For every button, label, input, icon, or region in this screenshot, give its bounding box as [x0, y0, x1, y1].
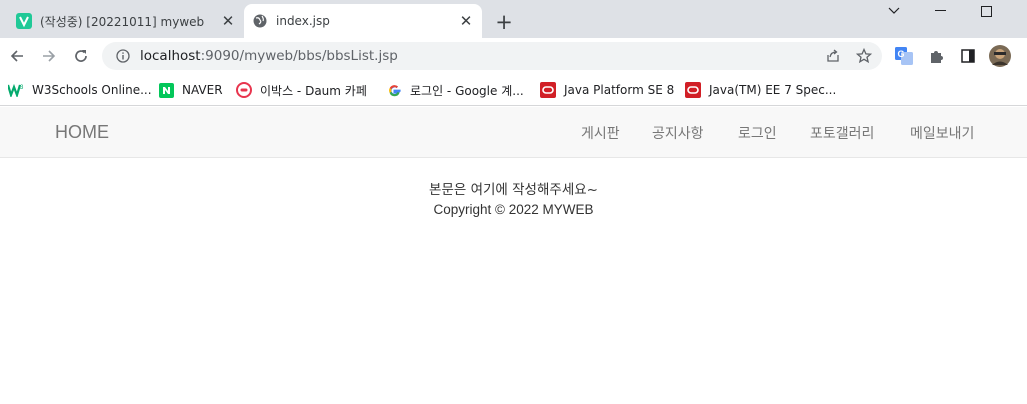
info-icon[interactable] — [114, 47, 132, 65]
v-favicon-icon — [16, 13, 32, 29]
forward-arrow-icon[interactable] — [35, 42, 63, 70]
menu-board[interactable]: 게시판 — [581, 123, 620, 143]
menu-photo-gallery[interactable]: 포토갤러리 — [810, 123, 874, 143]
daum-cafe-icon — [236, 82, 252, 98]
translate-extension-icon[interactable]: G — [892, 44, 916, 68]
tab-search-chevron-icon[interactable] — [871, 0, 917, 22]
bookmark-google-login[interactable]: 로그인 - Google 계... — [386, 80, 524, 100]
tab-myweb-draft[interactable]: (작성중) [20221011] myweb ✕ — [8, 4, 244, 38]
bookmark-naver[interactable]: NAVER — [158, 80, 223, 100]
browser-toolbar: localhost:9090/myweb/bbs/bbsList.jsp G — [0, 38, 1027, 75]
web-page: HOME 게시판 공지사항 로그인 포토갤러리 메일보내기 본문은 여기에 작성… — [0, 107, 1027, 404]
minimize-icon[interactable] — [917, 0, 963, 22]
profile-avatar-icon[interactable] — [988, 44, 1012, 68]
url-host: localhost — [140, 48, 201, 64]
close-icon[interactable]: ✕ — [456, 11, 476, 31]
bookmark-java-ee7[interactable]: Java(TM) EE 7 Spec... — [685, 80, 836, 100]
home-link[interactable]: HOME — [55, 122, 109, 143]
bookmark-label: NAVER — [182, 83, 223, 97]
close-icon[interactable]: ✕ — [218, 11, 238, 31]
address-bar[interactable]: localhost:9090/myweb/bbs/bbsList.jsp — [102, 42, 882, 70]
tab-strip: (작성중) [20221011] myweb ✕ index.jsp ✕ + — [0, 0, 1027, 38]
naver-icon — [158, 82, 174, 98]
menu-login[interactable]: 로그인 — [738, 123, 777, 143]
menu-send-mail[interactable]: 메일보내기 — [910, 123, 974, 143]
bookmark-label: Java(TM) EE 7 Spec... — [709, 83, 837, 97]
bookmark-label: 이박스 - Daum 카페 — [260, 83, 367, 98]
site-navbar: HOME 게시판 공지사항 로그인 포토갤러리 메일보내기 — [0, 107, 1027, 158]
back-arrow-icon[interactable] — [3, 42, 31, 70]
tab-title: index.jsp — [276, 14, 330, 28]
google-icon — [386, 82, 402, 98]
bookmark-star-icon[interactable] — [855, 47, 873, 65]
extensions-puzzle-icon[interactable] — [924, 44, 948, 68]
bookmark-w3schools[interactable]: 3 W3Schools Online... — [8, 80, 152, 100]
bookmark-daum-cafe[interactable]: 이박스 - Daum 카페 — [236, 80, 367, 100]
bookmark-label: Java Platform SE 8 — [564, 83, 675, 97]
copyright-footer: Copyright © 2022 MYWEB — [433, 202, 594, 217]
oracle-icon — [685, 82, 701, 98]
bookmark-label: W3Schools Online... — [32, 83, 152, 97]
share-icon[interactable] — [824, 47, 842, 65]
bookmark-java-se8[interactable]: Java Platform SE 8 — [540, 80, 674, 100]
url-path: :9090/myweb/bbs/bbsList.jsp — [200, 48, 398, 64]
reload-icon[interactable] — [67, 42, 95, 70]
bookmark-label: 로그인 - Google 계... — [410, 83, 524, 98]
body-text: 본문은 여기에 작성해주세요~ — [429, 182, 598, 198]
globe-icon — [252, 13, 268, 29]
w3schools-icon: 3 — [8, 82, 24, 98]
side-panel-icon[interactable] — [956, 44, 980, 68]
tab-title: (작성중) [20221011] myweb — [40, 14, 205, 29]
new-tab-button[interactable]: + — [492, 10, 516, 34]
url-text[interactable]: localhost:9090/myweb/bbs/bbsList.jsp — [140, 48, 398, 64]
maximize-icon[interactable] — [963, 0, 1009, 22]
svg-text:G: G — [898, 49, 905, 59]
menu-notice[interactable]: 공지사항 — [652, 123, 704, 143]
svg-text:3: 3 — [20, 85, 24, 91]
bookmarks-bar: 3 W3Schools Online... NAVER 이박스 - Daum 카… — [0, 75, 1027, 106]
oracle-icon — [540, 82, 556, 98]
tab-index-jsp[interactable]: index.jsp ✕ — [244, 4, 482, 38]
